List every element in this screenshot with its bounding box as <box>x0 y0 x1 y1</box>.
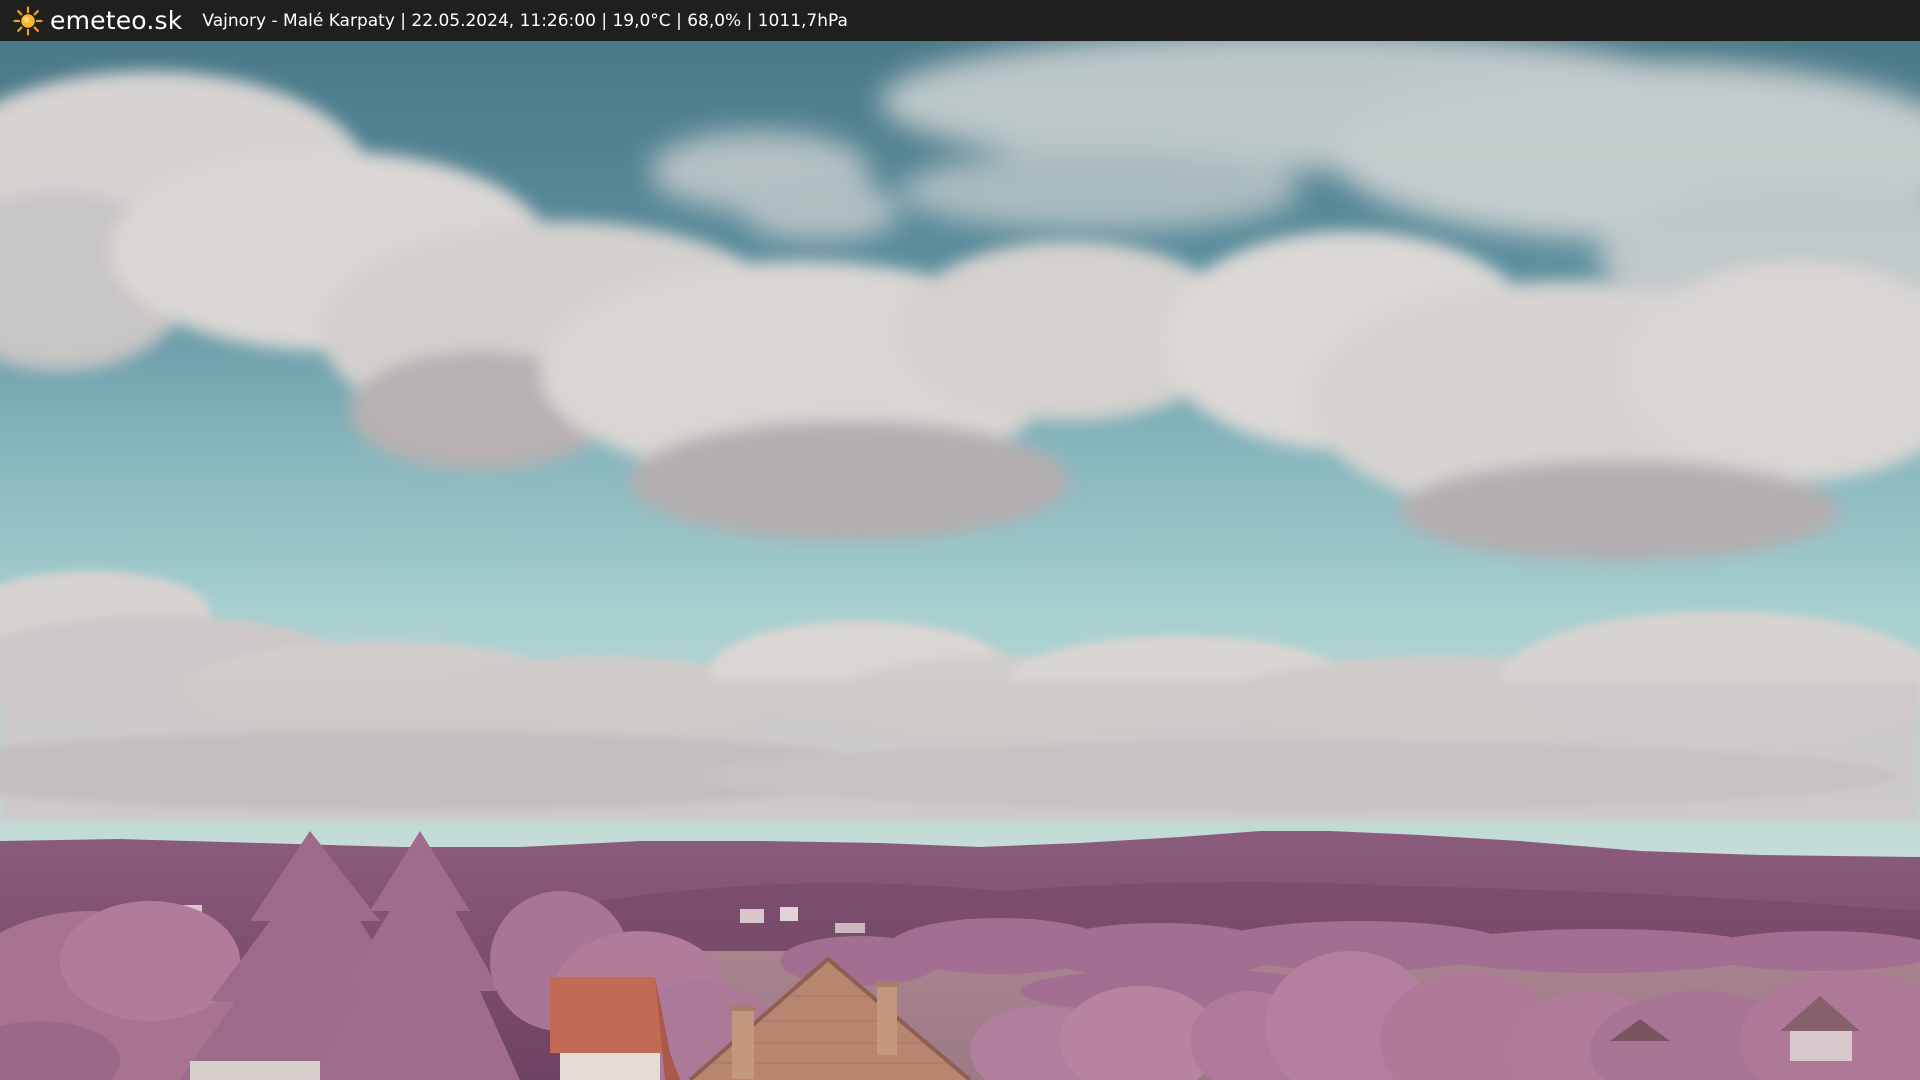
site-brand: emeteo.sk <box>50 6 183 35</box>
chimney-left <box>732 1009 754 1079</box>
caption-bar: emeteo.sk Vajnory - Malé Karpaty | 22.05… <box>0 0 1920 41</box>
webcam-caption: Vajnory - Malé Karpaty | 22.05.2024, 11:… <box>202 10 848 31</box>
webcam-image <box>0 41 1920 1080</box>
chimney-right <box>877 985 897 1055</box>
webcam-scene <box>0 41 1920 1080</box>
site-logo[interactable]: emeteo.sk <box>13 5 183 36</box>
sun-icon <box>13 5 43 36</box>
